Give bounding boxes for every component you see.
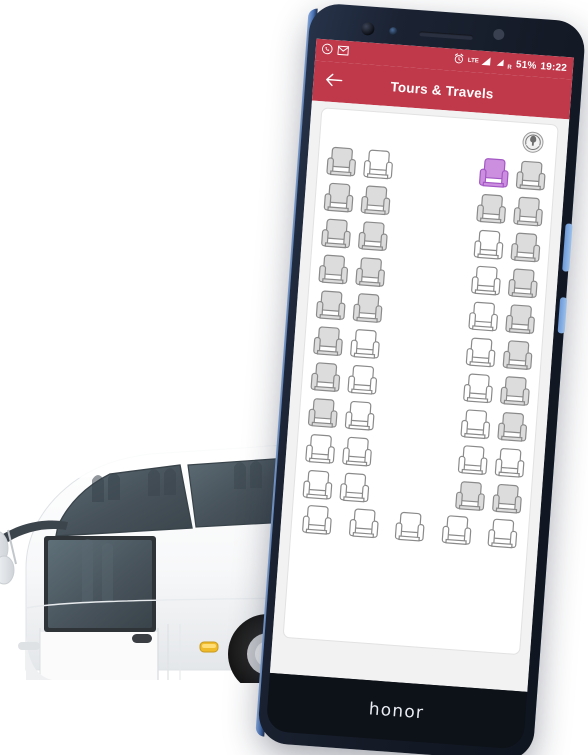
seat-pair-left xyxy=(315,289,384,327)
seat-pair-right xyxy=(457,444,526,482)
alarm-icon xyxy=(452,51,464,70)
seat-booked[interactable] xyxy=(317,253,349,288)
seat-pair-right xyxy=(459,408,528,446)
seat-pair-right xyxy=(454,480,523,518)
seat-pair-right xyxy=(470,265,539,303)
seat-booked[interactable] xyxy=(454,480,486,515)
signal-bars-icon-2 xyxy=(495,54,506,73)
seat-booked[interactable] xyxy=(504,303,536,338)
seat-pair-left xyxy=(320,218,389,256)
back-button[interactable] xyxy=(321,69,347,95)
seat-available[interactable] xyxy=(494,447,526,482)
seat-pair-left xyxy=(309,361,378,399)
seat-booked[interactable] xyxy=(325,146,357,181)
seat-booked[interactable] xyxy=(323,182,355,217)
seat-booked[interactable] xyxy=(307,397,339,432)
phone-device: LTE R 51% 19:22 Tours & Travels honor xyxy=(249,0,588,755)
power-button[interactable] xyxy=(557,297,568,334)
battery-percent: 51% xyxy=(515,58,537,72)
seat-booked[interactable] xyxy=(475,193,507,228)
seat-booked[interactable] xyxy=(515,160,547,195)
seat-booked[interactable] xyxy=(496,411,528,446)
aisle xyxy=(370,490,456,496)
seat-available[interactable] xyxy=(465,336,497,371)
seat-booked[interactable] xyxy=(509,231,541,266)
seat-map-card xyxy=(282,107,559,656)
seat-selected[interactable] xyxy=(478,157,510,192)
aisle xyxy=(391,203,477,209)
seat-available[interactable] xyxy=(362,148,394,183)
seat-available[interactable] xyxy=(440,514,472,549)
seat-available[interactable] xyxy=(462,372,494,407)
gmail-icon xyxy=(337,42,350,61)
seat-pair-left xyxy=(307,397,376,435)
seat-available[interactable] xyxy=(470,265,502,300)
seat-available[interactable] xyxy=(301,504,333,539)
seat-available[interactable] xyxy=(467,301,499,336)
roaming-label: R xyxy=(507,64,512,71)
aisle xyxy=(385,275,471,281)
seat-booked[interactable] xyxy=(491,483,523,518)
page-title: Tours & Travels xyxy=(390,78,495,102)
seat-booked[interactable] xyxy=(512,196,544,231)
device-brand-label: honor xyxy=(368,699,425,724)
seat-available[interactable] xyxy=(486,518,518,553)
seat-pair-left xyxy=(317,253,386,291)
seat-pair-right xyxy=(473,229,542,267)
seat-pair-right xyxy=(467,301,536,339)
aisle xyxy=(377,383,463,389)
seat-available[interactable] xyxy=(394,511,426,546)
seat-pair-left xyxy=(325,146,394,184)
seat-booked[interactable] xyxy=(502,339,534,374)
seat-available[interactable] xyxy=(302,469,334,504)
seat-booked[interactable] xyxy=(507,267,539,302)
seat-available[interactable] xyxy=(344,400,376,435)
aisle xyxy=(380,347,466,353)
screenshot-root: LTE R 51% 19:22 Tours & Travels honor xyxy=(0,0,588,755)
aisle xyxy=(393,167,479,173)
seat-grid xyxy=(302,145,548,518)
seat-pair-left xyxy=(312,325,381,363)
aisle xyxy=(383,311,469,317)
back-arrow-icon xyxy=(324,72,342,92)
seat-available[interactable] xyxy=(459,408,491,443)
seat-available[interactable] xyxy=(473,229,505,264)
seat-booked[interactable] xyxy=(499,375,531,410)
seat-selection-screen xyxy=(269,100,570,692)
phone-screen: LTE R 51% 19:22 Tours & Travels xyxy=(269,38,574,692)
whatsapp-icon xyxy=(321,41,333,60)
seat-booked[interactable] xyxy=(315,289,347,324)
seat-booked[interactable] xyxy=(320,218,352,253)
aisle xyxy=(372,454,458,460)
seat-available[interactable] xyxy=(304,433,336,468)
seat-pair-left xyxy=(302,469,371,507)
seat-booked[interactable] xyxy=(309,361,341,396)
seat-pair-left xyxy=(304,433,373,471)
seat-available[interactable] xyxy=(457,444,489,479)
seat-booked[interactable] xyxy=(352,292,384,327)
network-type-label: LTE xyxy=(467,57,479,65)
seat-pair-right xyxy=(465,336,534,374)
clock: 19:22 xyxy=(540,60,568,74)
seat-available[interactable] xyxy=(349,328,381,363)
seat-booked[interactable] xyxy=(312,325,344,360)
seat-booked[interactable] xyxy=(357,220,389,255)
seat-booked[interactable] xyxy=(360,184,392,219)
signal-bars-icon-1 xyxy=(480,53,492,72)
seat-booked[interactable] xyxy=(354,256,386,291)
seat-available[interactable] xyxy=(338,472,370,507)
aisle xyxy=(375,418,461,424)
steering-wheel-icon xyxy=(520,130,545,160)
aisle xyxy=(388,239,474,245)
seat-available[interactable] xyxy=(341,436,373,471)
seat-pair-right xyxy=(475,193,544,231)
seat-pair-right xyxy=(462,372,531,410)
seat-pair-left xyxy=(323,182,392,220)
seat-available[interactable] xyxy=(347,507,379,542)
seat-available[interactable] xyxy=(346,364,378,399)
seat-pair-right xyxy=(478,157,547,195)
